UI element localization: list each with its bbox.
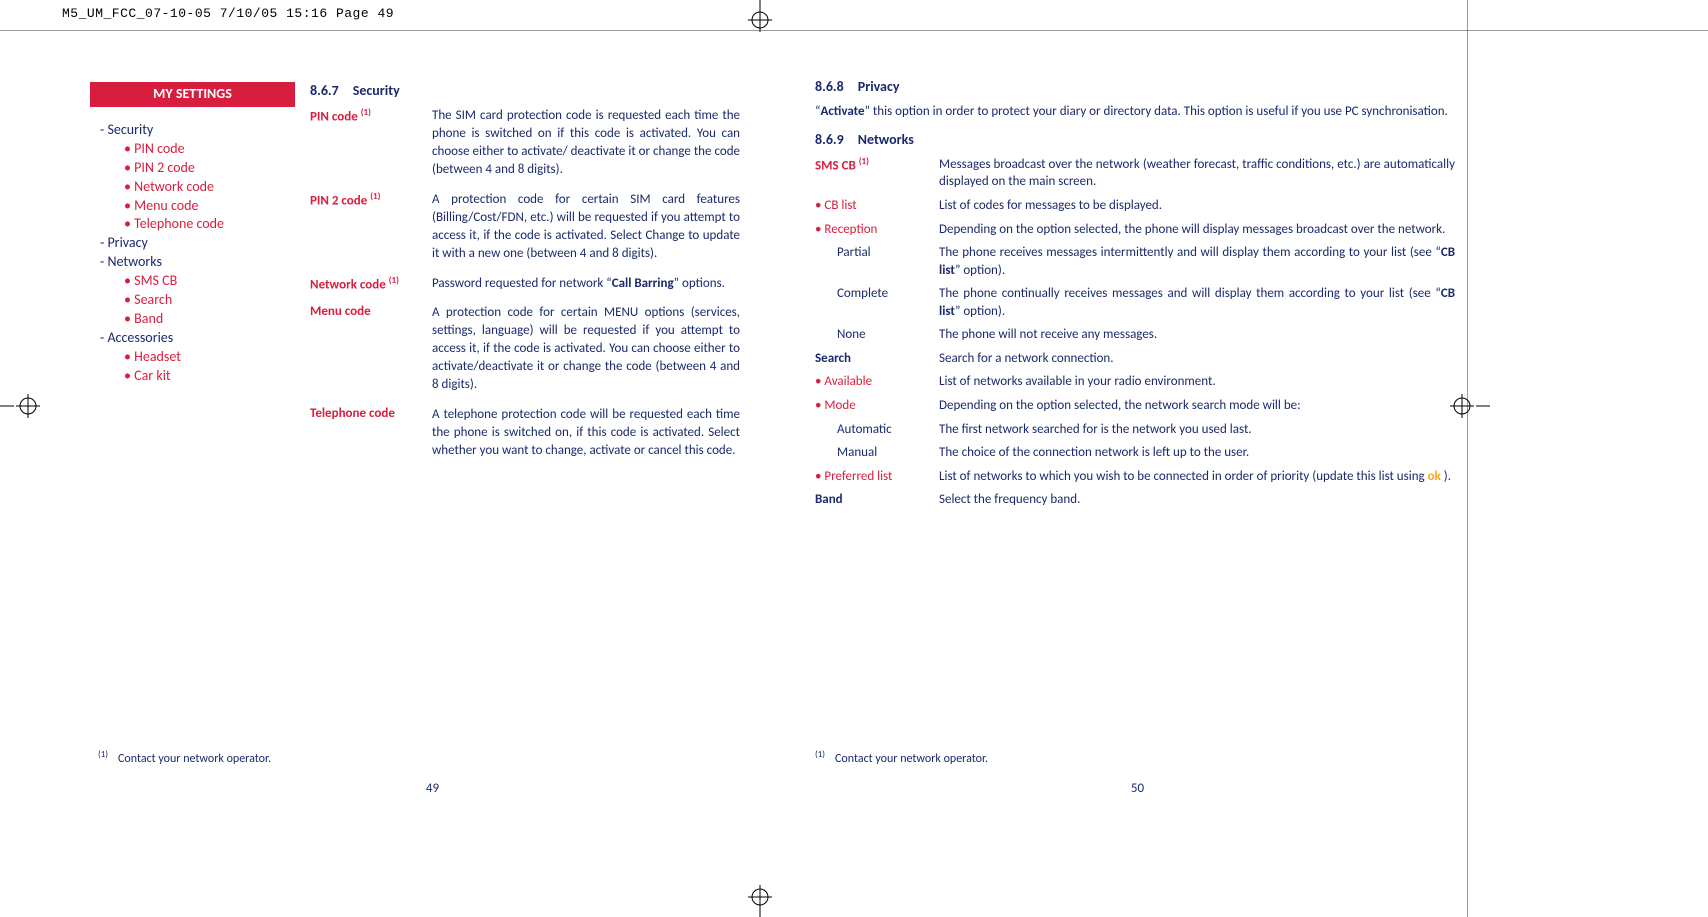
tree-item: Search [124,291,295,310]
dt-search: Search [815,350,933,368]
crop-mark-left [0,386,48,426]
sidebar: MY SETTINGS Security PIN code PIN 2 code… [90,82,295,385]
dd-none: The phone will not receive any messages. [939,326,1455,344]
dt-available: Available [815,373,933,391]
dd-pin: The SIM card protection code is requeste… [432,107,740,179]
dt-preferred: Preferred list [815,468,933,486]
dd-menu-code: A protection code for certain MENU optio… [432,304,740,394]
tree-networks: Networks [100,253,295,272]
dt-pin2: PIN 2 code (1) [310,191,428,263]
dd-smscb: Messages broadcast over the network (wea… [939,156,1455,191]
page-left: MY SETTINGS Security PIN code PIN 2 code… [80,60,785,780]
dd-preferred: List of networks to which you wish to be… [939,468,1455,486]
dd-complete: The phone continually receives messages … [939,285,1455,320]
left-main-column: 8.6.7Security PIN code (1) The SIM card … [310,82,740,460]
tree-item: Menu code [124,197,295,216]
section-heading-privacy: 8.6.8Privacy [815,78,1455,95]
footnote-right: (1)Contact your network operator. [815,749,988,766]
footnote-left: (1)Contact your network operator. [98,749,271,766]
tree-security: Security [100,121,295,140]
tree-item: Telephone code [124,215,295,234]
top-rule [0,30,1708,31]
crop-mark-top [740,0,780,32]
tree-item: Network code [124,178,295,197]
sidebar-tree: Security PIN code PIN 2 code Network cod… [90,121,295,385]
dd-manual: The choice of the connection network is … [939,444,1455,462]
dt-band: Band [815,491,933,509]
right-main-column: 8.6.8Privacy “Activate” this option in o… [815,78,1455,509]
dt-pin: PIN code (1) [310,107,428,179]
dt-smscb: SMS CB (1) [815,156,933,175]
tree-item: Car kit [124,367,295,386]
dt-telephone-code: Telephone code [310,406,428,460]
sidebar-title: MY SETTINGS [90,82,295,107]
dd-available: List of networks available in your radio… [939,373,1455,391]
dd-reception: Depending on the option selected, the ph… [939,221,1455,239]
dt-manual: Manual [815,444,933,462]
dd-telephone-code: A telephone protection code will be requ… [432,406,740,460]
tree-privacy: Privacy [100,234,295,253]
dt-reception: Reception [815,221,933,239]
dd-network-code: Password requested for network “Call Bar… [432,275,740,293]
page-right: 8.6.8Privacy “Activate” this option in o… [785,60,1490,780]
dt-mode: Mode [815,397,933,415]
dt-menu-code: Menu code [310,304,428,394]
dt-automatic: Automatic [815,421,933,439]
page-number-right: 50 [1131,781,1144,796]
spread: MY SETTINGS Security PIN code PIN 2 code… [80,60,1490,780]
tree-item: Band [124,310,295,329]
slug-line: M5_UM_FCC_07-10-05 7/10/05 15:16 Page 49 [62,6,394,21]
definition-list: PIN code (1) The SIM card protection cod… [310,107,740,460]
dt-partial: Partial [815,244,933,262]
dt-network-code: Network code (1) [310,275,428,293]
dd-search: Search for a network connection. [939,350,1455,368]
dd-mode: Depending on the option selected, the ne… [939,397,1455,415]
tree-item: Headset [124,348,295,367]
section-heading-security: 8.6.7Security [310,82,740,99]
page-number-left: 49 [426,781,439,796]
dd-cblist: List of codes for messages to be display… [939,197,1455,215]
dd-automatic: The first network searched for is the ne… [939,421,1455,439]
tree-item: PIN 2 code [124,159,295,178]
tree-item: SMS CB [124,272,295,291]
dd-partial: The phone receives messages intermittent… [939,244,1455,279]
ok-icon: ok [1428,469,1441,484]
tree-item: PIN code [124,140,295,159]
crop-mark-bottom [740,885,780,917]
dt-none: None [815,326,933,344]
dd-band: Select the frequency band. [939,491,1455,509]
privacy-paragraph: “Activate” this option in order to prote… [815,103,1455,121]
dt-cblist: CB list [815,197,933,215]
networks-list: SMS CB (1) Messages broadcast over the n… [815,156,1455,509]
dt-complete: Complete [815,285,933,303]
dd-pin2: A protection code for certain SIM card f… [432,191,740,263]
section-heading-networks: 8.6.9Networks [815,131,1455,148]
tree-accessories: Accessories [100,329,295,348]
